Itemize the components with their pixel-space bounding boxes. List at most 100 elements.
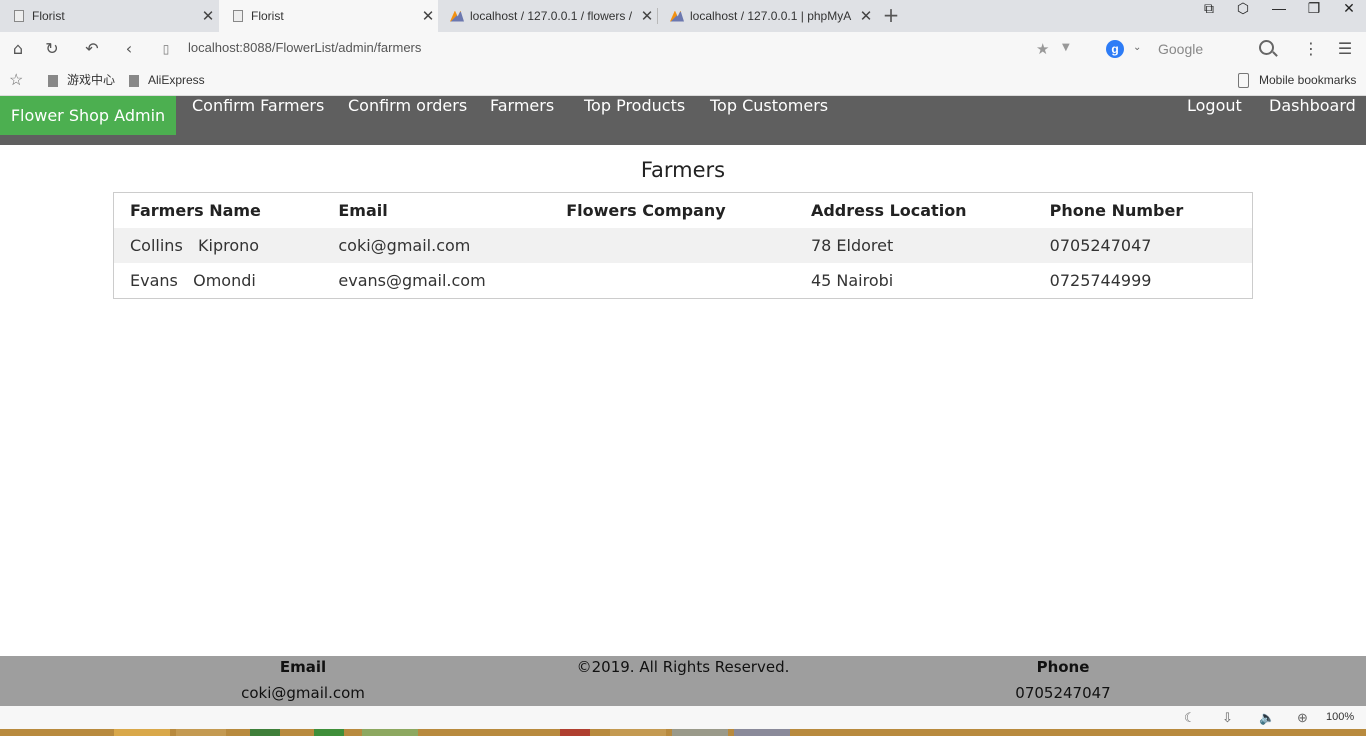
- column-header: Farmers Name: [130, 201, 261, 220]
- browser-tab[interactable]: Florist ✕: [0, 0, 218, 32]
- nav-top-products[interactable]: Top Products: [584, 96, 685, 135]
- farmers-table: Farmers Name Email Flowers Company Addre…: [113, 192, 1253, 299]
- taskbar-app[interactable]: [734, 729, 790, 736]
- reload-icon[interactable]: ↻: [39, 32, 65, 66]
- site-navbar: Flower Shop Admin Confirm Farmers Confir…: [0, 96, 1366, 145]
- tab-title: Florist: [32, 9, 65, 23]
- menu-icon[interactable]: ☰: [1332, 32, 1358, 66]
- phpmyadmin-icon: [670, 10, 684, 22]
- address-cell: 78 Eldoret: [810, 236, 894, 255]
- close-icon[interactable]: ✕: [637, 7, 657, 25]
- star-icon[interactable]: ★: [1036, 40, 1049, 58]
- email-cell: coki@gmail.com: [338, 236, 471, 255]
- nav-top-customers[interactable]: Top Customers: [710, 96, 828, 135]
- browser-tab[interactable]: localhost / 127.0.0.1 / flowers / ✕: [438, 0, 657, 32]
- bookmark-item[interactable]: 游戏中心: [48, 66, 115, 95]
- browser-status-bar: ☾ ⇩ 🔈 ⊕ 100%: [0, 706, 1366, 729]
- table-row: Evans Omondi evans@gmail.com 45 Nairobi …: [114, 263, 1253, 299]
- page-icon: [48, 74, 58, 87]
- zoom-icon[interactable]: ⊕: [1297, 706, 1308, 729]
- nav-confirm-orders[interactable]: Confirm orders: [348, 96, 467, 135]
- tab-title: localhost / 127.0.0.1 | phpMyA: [690, 9, 852, 23]
- email-cell: evans@gmail.com: [338, 271, 486, 290]
- close-icon[interactable]: ✕: [198, 7, 218, 25]
- night-mode-icon[interactable]: ☾: [1184, 706, 1196, 729]
- browser-tab-bar: Florist ✕ Florist ✕ localhost / 127.0.0.…: [0, 0, 1366, 32]
- restore-icon[interactable]: ❐: [1297, 0, 1331, 32]
- bookmark-label: 游戏中心: [67, 73, 116, 87]
- footer-email: Email coki@gmail.com: [203, 656, 403, 706]
- bookmark-label: Mobile bookmarks: [1259, 73, 1357, 87]
- phone-cell: 0725744999: [1049, 271, 1152, 290]
- nav-confirm-farmers[interactable]: Confirm Farmers: [192, 96, 324, 135]
- footer-email-label: Email: [279, 658, 327, 676]
- taskbar-app[interactable]: [672, 729, 728, 736]
- skin-icon[interactable]: ⬡: [1226, 0, 1260, 32]
- bookmark-item[interactable]: AliExpress: [129, 66, 205, 95]
- address-toolbar: ⌂ ↻ ↶ ‹ ▯ localhost:8088/FlowerList/admi…: [0, 32, 1366, 66]
- zoom-level[interactable]: 100%: [1326, 706, 1354, 729]
- table-header-row: Farmers Name Email Flowers Company Addre…: [114, 193, 1253, 229]
- close-icon[interactable]: ✕: [418, 7, 438, 25]
- site-footer: Email coki@gmail.com ©2019. All Rights R…: [0, 656, 1366, 706]
- sidebar-toggle-icon[interactable]: ⧉: [1192, 0, 1226, 32]
- chevron-down-icon[interactable]: ⌄: [1133, 42, 1141, 53]
- taskbar-app[interactable]: [362, 729, 418, 736]
- taskbar-app[interactable]: [176, 729, 226, 736]
- minimize-icon[interactable]: —: [1262, 0, 1296, 32]
- phone-icon: [1238, 73, 1249, 88]
- column-header: Flowers Company: [566, 201, 726, 220]
- new-tab-icon[interactable]: +: [880, 4, 902, 26]
- back-icon[interactable]: ‹: [116, 32, 142, 66]
- column-header: Phone Number: [1049, 201, 1184, 220]
- address-cell: 45 Nairobi: [810, 271, 894, 290]
- volume-icon[interactable]: 🔈: [1259, 706, 1275, 729]
- taskbar-app[interactable]: [314, 729, 344, 736]
- farmer-name-cell: Collins Kiprono: [130, 236, 260, 255]
- undo-icon[interactable]: ↶: [77, 32, 107, 66]
- os-taskbar: [0, 729, 1366, 736]
- company-cell: [550, 228, 795, 263]
- bookmark-bar: ☆ 游戏中心 AliExpress Mobile bookmarks: [0, 66, 1366, 96]
- search-icon[interactable]: [1259, 40, 1274, 55]
- browser-tab-active[interactable]: Florist ✕: [219, 0, 438, 32]
- footer-phone-label: Phone: [1036, 658, 1090, 676]
- footer-email-value: coki@gmail.com: [241, 684, 365, 702]
- page-title: Farmers: [640, 158, 726, 182]
- window-close-icon[interactable]: ✕: [1332, 0, 1366, 32]
- footer-copyright: ©2019. All Rights Reserved.: [576, 658, 790, 676]
- page-icon: [14, 10, 24, 22]
- bookmark-star-icon[interactable]: ☆: [9, 66, 23, 95]
- chevron-down-icon[interactable]: ▼: [1062, 42, 1070, 53]
- tab-title: Florist: [251, 9, 284, 23]
- taskbar-app[interactable]: [560, 729, 590, 736]
- column-header: Address Location: [810, 201, 967, 220]
- browser-tab[interactable]: localhost / 127.0.0.1 | phpMyA ✕: [658, 0, 876, 32]
- footer-phone: Phone 0705247047: [963, 656, 1163, 706]
- search-input[interactable]: Google: [1158, 41, 1203, 57]
- footer-phone-value: 0705247047: [1015, 684, 1111, 702]
- brand-link[interactable]: Flower Shop Admin: [0, 96, 176, 135]
- search-engine-icon[interactable]: g: [1106, 40, 1124, 58]
- page-info-icon[interactable]: ▯: [156, 32, 176, 66]
- download-icon[interactable]: ⇩: [1222, 706, 1233, 729]
- bookmark-label: AliExpress: [148, 73, 205, 87]
- page-icon: [129, 74, 139, 87]
- taskbar-app[interactable]: [610, 729, 666, 736]
- mobile-bookmarks[interactable]: Mobile bookmarks: [1238, 66, 1356, 95]
- close-icon[interactable]: ✕: [856, 7, 876, 25]
- taskbar-app[interactable]: [114, 729, 170, 736]
- home-icon[interactable]: ⌂: [5, 32, 31, 66]
- tab-title: localhost / 127.0.0.1 / flowers /: [470, 9, 633, 23]
- more-icon[interactable]: ⋮: [1298, 32, 1324, 66]
- url-field[interactable]: localhost:8088/FlowerList/admin/farmers: [188, 40, 421, 55]
- page-icon: [233, 10, 243, 22]
- nav-logout[interactable]: Logout: [1187, 96, 1242, 135]
- phone-cell: 0705247047: [1049, 236, 1152, 255]
- taskbar-app[interactable]: [250, 729, 280, 736]
- table-row: Collins Kiprono coki@gmail.com 78 Eldore…: [113, 228, 1253, 263]
- nav-dashboard[interactable]: Dashboard: [1269, 96, 1356, 135]
- nav-farmers[interactable]: Farmers: [490, 96, 554, 135]
- phpmyadmin-icon: [450, 10, 464, 22]
- farmer-name-cell: Evans Omondi: [130, 271, 256, 290]
